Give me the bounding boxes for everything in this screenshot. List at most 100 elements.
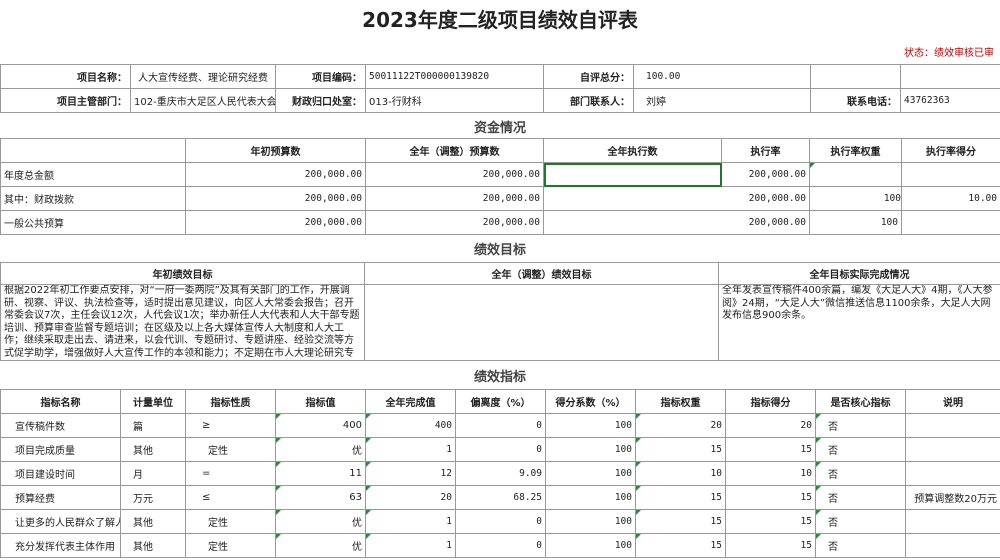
adjusted-goal-text[interactable] [364,284,719,361]
indicator-core[interactable]: 否 [815,437,906,462]
funds-cell[interactable]: 200,000.00 [185,186,366,211]
indicator-weight[interactable]: 15 [635,485,726,510]
indicator-core[interactable]: 否 [815,461,906,486]
indicator-nature[interactable]: ≤ [185,485,276,510]
funds-cell[interactable]: 200,000.00 [185,210,366,235]
indicator-header: 是否核心指标 [815,389,906,414]
contact-value[interactable]: 刘婷 [633,88,811,113]
phone-value[interactable]: 43762363 [900,88,1000,113]
indicator-score[interactable]: 15 [725,485,816,510]
indicator-value[interactable]: 63 [275,485,366,510]
indicator-deviation[interactable]: 0 [455,533,546,558]
funds-cell[interactable]: 200,000.00 [185,162,366,187]
indicator-coefficient[interactable]: 100 [545,509,636,534]
indicator-note[interactable] [905,437,1000,462]
indicator-deviation[interactable]: 0 [455,413,546,438]
actual-completion-text[interactable]: 全年发表宣传稿件400余篇，编发《大足人大》4期，《人大参阅》24期，“大足人大… [718,284,1000,361]
indicator-note[interactable] [905,509,1000,534]
indicator-weight[interactable]: 10 [635,461,726,486]
indicator-nature[interactable]: = [185,461,276,486]
project-code-value[interactable]: 50011122T000000139820 [365,64,544,89]
indicator-core[interactable]: 否 [815,509,906,534]
indicator-value[interactable]: 优 [275,533,366,558]
goals-header: 全年目标实际完成情况 [718,262,1000,285]
indicator-done[interactable]: 1 [365,533,456,558]
indicator-weight[interactable]: 15 [635,437,726,462]
funds-cell[interactable]: 200,000.00 [365,162,544,187]
dept-value[interactable]: 102-重庆市大足区人民代表大会 [130,88,276,113]
indicator-core[interactable]: 否 [815,485,906,510]
funds-cell[interactable]: 100 [809,210,902,235]
indicator-header: 指标权重 [635,389,726,414]
indicator-coefficient[interactable]: 100 [545,413,636,438]
table-row: 让更多的人民群众了解人 其他 定性优 1 0 100 15 15 否 [0,509,1000,534]
indicator-score[interactable]: 15 [725,533,816,558]
finance-value[interactable]: 013-行财科 [365,88,544,113]
indicator-coefficient[interactable]: 100 [545,533,636,558]
indicator-value[interactable]: 优 [275,437,366,462]
funds-row-label: 一般公共预算 [0,210,186,235]
goals-section-title: 绩效目标 [473,243,526,258]
indicator-done[interactable]: 12 [365,461,456,486]
funds-cell[interactable]: 200,000.00 [543,210,810,235]
indicator-score[interactable]: 15 [725,437,816,462]
funds-cell[interactable]: 200,000.00 [365,210,544,235]
indicator-coefficient[interactable]: 100 [545,461,636,486]
indicator-done[interactable]: 1 [365,437,456,462]
indicator-core[interactable]: 否 [815,533,906,558]
indicator-deviation[interactable]: 68.25 [455,485,546,510]
indicator-nature[interactable]: ≥ [185,413,276,438]
indicator-value[interactable]: 11 [275,461,366,486]
indicator-coefficient[interactable]: 100 [545,485,636,510]
indicator-note[interactable] [905,413,1000,438]
indicator-done[interactable]: 400 [365,413,456,438]
indicator-coefficient[interactable]: 100 [545,437,636,462]
indicator-score[interactable]: 15 [725,509,816,534]
funds-header: 执行率 [721,138,810,163]
funds-cell[interactable] [901,162,1000,187]
indicator-header: 说明 [905,389,1000,414]
score-value[interactable]: 100.00 [633,64,811,89]
indicator-unit[interactable]: 其他 [120,509,186,534]
indicator-weight[interactable]: 15 [635,533,726,558]
indicator-deviation[interactable]: 0 [455,437,546,462]
indicator-value[interactable]: 400 [275,413,366,438]
initial-goal-text[interactable]: 根据2022年初工作要点安排，对“一府一委两院”及其有关部门的工作，开展调研、视… [0,284,365,361]
indicator-score[interactable]: 20 [725,413,816,438]
indicator-score[interactable]: 10 [725,461,816,486]
funds-header: 全年执行数 [543,138,722,163]
table-row: 预算经费 万元 ≤63 20 68.25 100 15 15 否预算调整数20万元 [0,485,1000,510]
selected-cell[interactable] [543,162,722,187]
indicator-unit[interactable]: 篇 [120,413,186,438]
indicator-weight[interactable]: 20 [635,413,726,438]
indicator-unit[interactable]: 其他 [120,437,186,462]
indicator-deviation[interactable]: 0 [455,509,546,534]
indicator-nature[interactable]: 定性 [185,533,276,558]
indicator-name: 预算经费 [0,485,121,510]
funds-cell[interactable]: 10.00 [901,186,1000,211]
funds-cell[interactable]: 200,000.00 [543,186,810,211]
indicator-note[interactable] [905,533,1000,558]
goals-header: 全年（调整）绩效目标 [364,262,719,285]
indicator-unit[interactable]: 月 [120,461,186,486]
project-name-value[interactable]: 人大宣传经费、理论研究经费 [130,64,276,89]
indicator-core[interactable]: 否 [815,413,906,438]
empty-cell [810,64,901,89]
indicator-note[interactable] [905,461,1000,486]
funds-cell[interactable]: 200,000.00 [365,186,544,211]
indicator-name: 项目建设时间 [0,461,121,486]
indicator-done[interactable]: 1 [365,509,456,534]
funds-cell[interactable]: 200,000.00 [721,162,810,187]
indicator-nature[interactable]: 定性 [185,437,276,462]
indicator-value[interactable]: 优 [275,509,366,534]
indicator-nature[interactable]: 定性 [185,509,276,534]
indicator-deviation[interactable]: 9.09 [455,461,546,486]
indicator-done[interactable]: 20 [365,485,456,510]
table-row: 充分发挥代表主体作用 其他 定性优 1 0 100 15 15 否 [0,533,1000,558]
indicator-weight[interactable]: 15 [635,509,726,534]
indicator-note[interactable]: 预算调整数20万元 [905,485,1000,510]
funds-rate-cell[interactable]: 100 [809,186,902,211]
indicator-unit[interactable]: 万元 [120,485,186,510]
funds-cell[interactable] [809,162,902,187]
indicator-unit[interactable]: 其他 [120,533,186,558]
